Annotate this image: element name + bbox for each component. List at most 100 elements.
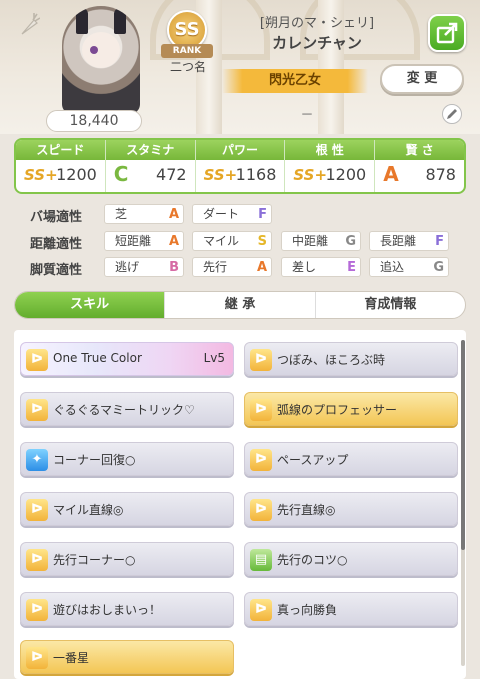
stat-power-value: 1168 xyxy=(235,165,277,184)
outfit-name: [朔月のマ・シェリ] xyxy=(259,16,375,31)
skill-item[interactable]: ᐅ 先行コーナー○ xyxy=(20,542,234,576)
aptitude-grade: G xyxy=(345,234,356,249)
stat-speed: スピード SS+ 1200 xyxy=(16,140,106,192)
memo-text: － xyxy=(300,108,314,123)
aptitude-name: 逃げ xyxy=(115,260,140,274)
tab-training-info[interactable]: 育成情報 xyxy=(314,292,465,318)
speed-icon: ᐅ xyxy=(250,349,272,371)
skill-item[interactable]: ✦ コーナー回復○ xyxy=(20,442,234,476)
stat-power: パワー SS+ 1168 xyxy=(195,140,286,192)
speed-icon: ᐅ xyxy=(26,599,48,621)
aptitude-runner: 逃げ B xyxy=(104,257,184,277)
rank-badge: SS RANK xyxy=(159,10,215,58)
tab-inheritance[interactable]: 継 承 xyxy=(164,292,314,318)
skill-item[interactable]: ᐅ ペースアップ xyxy=(244,442,458,476)
speed-icon: ᐅ xyxy=(250,449,272,471)
skill-name: コーナー回復○ xyxy=(53,453,136,467)
stat-wisdom-label: 賢 さ xyxy=(375,140,464,160)
change-button[interactable]: 変 更 xyxy=(380,64,464,94)
aptitude-grade: B xyxy=(169,260,179,275)
skill-name: つぼみ、ほころぶ時 xyxy=(277,353,386,367)
skill-item[interactable]: ᐅ 弧線のプロフェッサー xyxy=(244,392,458,426)
aptitude-dirt: ダート F xyxy=(192,204,272,224)
aptitude-name: 中距離 xyxy=(292,234,329,248)
skill-level: Lv5 xyxy=(203,351,225,365)
aptitude-name: ダート xyxy=(203,207,240,221)
rank-label: RANK xyxy=(161,44,213,58)
aptitude-grade: E xyxy=(347,260,356,275)
aptitude-grade: A xyxy=(168,234,179,249)
stat-wisdom-rank: A xyxy=(383,162,399,186)
skill-item[interactable]: ᐅ マイル直線◎ xyxy=(20,492,234,526)
stat-stamina-label: スタミナ xyxy=(105,140,195,160)
skill-item[interactable]: ᐅ つぼみ、ほころぶ時 xyxy=(244,342,458,376)
stat-guts: 根 性 SS+ 1200 xyxy=(285,140,376,192)
aptitude-sprint: 短距離 A xyxy=(104,231,184,251)
stat-stamina: スタミナ C 472 xyxy=(105,140,196,192)
aptitude-name: 芝 xyxy=(115,207,128,221)
speed-icon: ᐅ xyxy=(26,349,48,371)
scrollbar[interactable] xyxy=(461,340,465,666)
aptitude-medium: 中距離 G xyxy=(281,231,361,251)
aptitude-name: 短距離 xyxy=(115,234,152,248)
stat-stamina-value: 472 xyxy=(156,165,187,184)
horse-ear xyxy=(76,8,88,34)
style-aptitude-label: 脚質適性 xyxy=(30,263,83,278)
character-name: カレンチャン xyxy=(272,34,362,52)
aptitude-name: マイル xyxy=(203,234,240,248)
nickname-label[interactable]: 二つ名 xyxy=(160,58,216,75)
aptitude-name: 先行 xyxy=(203,260,228,274)
share-button[interactable] xyxy=(428,14,466,52)
aptitude-grade: S xyxy=(257,234,267,249)
skill-name: 弧線のプロフェッサー xyxy=(277,403,398,417)
speed-icon: ᐅ xyxy=(26,549,48,571)
distance-aptitude-label: 距離適性 xyxy=(30,237,83,252)
tab-bar: スキル 継 承 育成情報 xyxy=(14,291,466,319)
speed-icon: ᐅ xyxy=(250,399,272,421)
aptitude-name: 追込 xyxy=(380,260,405,274)
aptitude-mile: マイル S xyxy=(192,231,272,251)
stat-speed-label: スピード xyxy=(16,140,105,160)
aptitude-grade: F xyxy=(258,207,267,222)
skill-item[interactable]: ᐅ 遊びはおしまいっ！ xyxy=(20,592,234,626)
skill-item[interactable]: ▤ 先行のコツ○ xyxy=(244,542,458,576)
stat-power-rank: SS+ xyxy=(203,166,238,184)
recovery-icon: ✦ xyxy=(26,449,48,471)
edit-icon[interactable] xyxy=(442,104,462,124)
skill-name: 真っ向勝負 xyxy=(277,603,338,617)
tab-skills[interactable]: スキル xyxy=(15,292,165,318)
stat-guts-value: 1200 xyxy=(325,165,367,184)
skill-item[interactable]: ᐅ 真っ向勝負 xyxy=(244,592,458,626)
track-aptitude-label: バ場適性 xyxy=(30,210,83,225)
aptitude-grade: A xyxy=(256,260,267,275)
fan-count: 18,440 xyxy=(46,110,142,132)
scrollbar-thumb[interactable] xyxy=(461,340,465,550)
skill-name: 一番星 xyxy=(53,651,90,665)
skill-item[interactable]: ᐅ 一番星 xyxy=(20,640,234,674)
aptitude-leader: 先行 A xyxy=(192,257,272,277)
character-eye xyxy=(90,46,98,54)
skill-list: ᐅ One True Color Lv5 ᐅ つぼみ、ほころぶ時 ᐅ ぐるぐるマ… xyxy=(14,330,466,679)
skill-name: 先行直線◎ xyxy=(277,503,336,517)
carrot-icon xyxy=(21,13,40,35)
aptitude-grade: F xyxy=(435,234,444,249)
character-face xyxy=(82,32,120,68)
horse-ear xyxy=(114,8,126,34)
speed-icon: ᐅ xyxy=(26,647,48,669)
stat-speed-value: 1200 xyxy=(56,165,97,184)
skill-item[interactable]: ᐅ 先行直線◎ xyxy=(244,492,458,526)
share-icon xyxy=(436,22,458,44)
speed-icon: ᐅ xyxy=(250,599,272,621)
aptitude-grade: G xyxy=(433,260,444,275)
stat-wisdom: 賢 さ A 878 xyxy=(375,140,464,192)
skill-item[interactable]: ᐅ ぐるぐるマミートリック♡ xyxy=(20,392,234,426)
speed-icon: ᐅ xyxy=(26,499,48,521)
aptitude-grade: A xyxy=(168,207,179,222)
skill-name: 遊びはおしまいっ！ xyxy=(53,603,162,617)
skill-name: 先行コーナー○ xyxy=(53,553,136,567)
stat-power-label: パワー xyxy=(195,140,285,160)
skill-name: ペースアップ xyxy=(277,453,349,467)
skill-item[interactable]: ᐅ One True Color Lv5 xyxy=(20,342,234,376)
character-avatar[interactable] xyxy=(62,6,140,114)
stat-stamina-rank: C xyxy=(113,162,129,186)
